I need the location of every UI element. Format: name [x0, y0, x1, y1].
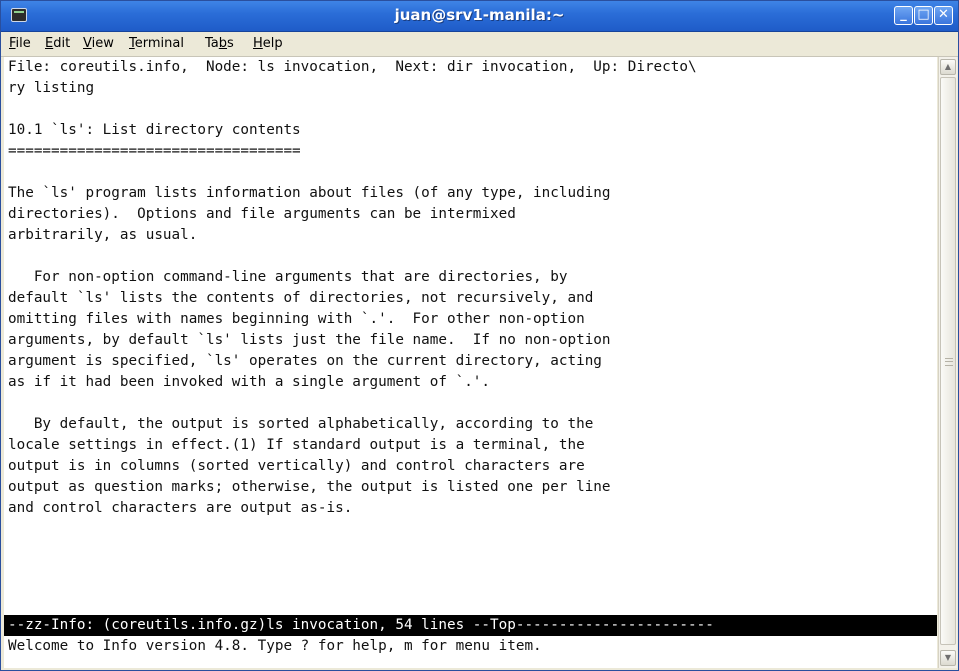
- terminal-line: arbitrarily, as usual.: [8, 227, 198, 243]
- menu-terminal-label-post: erminal: [134, 36, 184, 51]
- terminal-line: locale settings in effect.(1) If standar…: [8, 437, 585, 453]
- terminal-line: ==================================: [8, 143, 301, 159]
- terminal-line: and control characters are output as-is.: [8, 500, 353, 516]
- menu-view-label-post: iew: [91, 36, 114, 51]
- terminal-line: output as question marks; otherwise, the…: [8, 479, 611, 495]
- menu-edit[interactable]: Edit: [45, 35, 70, 53]
- vertical-scrollbar[interactable]: ▲ ▼: [938, 57, 957, 668]
- menu-help[interactable]: Help: [253, 35, 283, 53]
- menu-view-accel: V: [83, 36, 92, 51]
- terminal-line: By default, the output is sorted alphabe…: [8, 416, 594, 432]
- menu-tabs-label-pre: Ta: [205, 36, 219, 51]
- echo-area: Welcome to Info version 4.8. Type ? for …: [8, 638, 542, 654]
- menu-help-label-post: elp: [262, 36, 283, 51]
- menu-file[interactable]: File: [9, 35, 31, 53]
- terminal-line: arguments, by default `ls' lists just th…: [8, 332, 611, 348]
- minimize-icon[interactable]: _: [894, 6, 913, 25]
- menu-tabs[interactable]: Tabs: [205, 35, 234, 53]
- terminal-screen[interactable]: File: coreutils.info, Node: ls invocatio…: [4, 57, 937, 668]
- menu-terminal[interactable]: Terminal: [129, 35, 184, 53]
- terminal-line: as if it had been invoked with a single …: [8, 374, 491, 390]
- terminal-line: The `ls' program lists information about…: [8, 185, 611, 201]
- close-icon[interactable]: ✕: [934, 6, 953, 25]
- menu-edit-accel: E: [45, 36, 54, 51]
- maximize-icon[interactable]: □: [914, 6, 933, 25]
- menu-tabs-accel: b: [218, 36, 228, 51]
- terminal-line: default `ls' lists the contents of direc…: [8, 290, 594, 306]
- terminal-line: omitting files with names beginning with…: [8, 311, 585, 327]
- terminal-line: 10.1 `ls': List directory contents: [8, 122, 301, 138]
- mode-line-text: --zz-Info: (coreutils.info.gz)ls invocat…: [8, 617, 714, 633]
- menu-help-accel: H: [253, 36, 263, 51]
- scrollbar-thumb[interactable]: [940, 77, 956, 645]
- arrow-down-icon[interactable]: ▼: [940, 650, 956, 666]
- title-bar[interactable]: juan@srv1-manila:~ _ □ ✕: [1, 1, 958, 32]
- grip-icon: [945, 358, 953, 366]
- terminal-line: directories). Options and file arguments…: [8, 206, 516, 222]
- window-title: juan@srv1-manila:~: [394, 6, 565, 24]
- terminal-line: ry listing: [8, 80, 95, 96]
- menu-bar: File Edit View Terminal Tabs Help: [1, 32, 958, 57]
- menu-file-label-post: ile: [15, 36, 31, 51]
- terminal-line: output is in columns (sorted vertically)…: [8, 458, 585, 474]
- terminal-line: For non-option command-line arguments th…: [8, 269, 568, 285]
- terminal-line: argument is specified, `ls' operates on …: [8, 353, 602, 369]
- menu-tabs-label-post: s: [227, 36, 234, 51]
- terminal-line: File: coreutils.info, Node: ls invocatio…: [8, 59, 697, 75]
- menu-view[interactable]: View: [83, 35, 114, 53]
- menu-edit-label-post: dit: [53, 36, 71, 51]
- terminal-window: juan@srv1-manila:~ _ □ ✕ File Edit View …: [0, 0, 959, 671]
- arrow-up-icon[interactable]: ▲: [940, 59, 956, 75]
- info-mode-line: --zz-Info: (coreutils.info.gz)ls invocat…: [4, 615, 937, 636]
